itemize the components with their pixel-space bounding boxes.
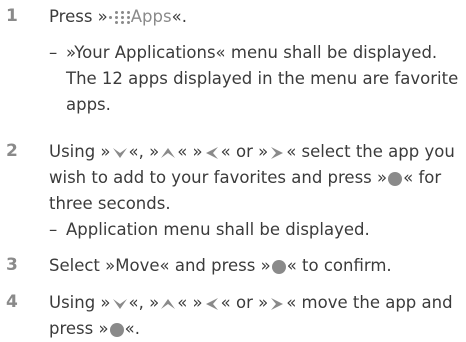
arrow-down-icon [112, 298, 127, 309]
text-segment: «. [124, 319, 140, 338]
arrow-right-icon [271, 146, 284, 159]
arrow-up-icon [161, 298, 176, 309]
step-note: – »Your Applications« menu shall be disp… [49, 40, 460, 118]
note-dash: – [49, 43, 58, 62]
text-segment: «, » [128, 293, 160, 312]
apps-label: Apps [130, 7, 172, 26]
text-segment: Using » [49, 142, 111, 161]
text-segment: « or » [220, 142, 269, 161]
text-segment: Press » [49, 7, 108, 26]
text-segment: Select »Move« and press » [49, 256, 271, 275]
text-segment: Using » [49, 293, 111, 312]
step-text: Using » «, » « » « or » « select the app you… [49, 139, 460, 217]
note-text: Application menu shall be displayed. [66, 220, 370, 239]
note-dash: – [49, 220, 58, 239]
step-number: 1 [6, 6, 18, 26]
text-segment: « or » [220, 293, 269, 312]
arrow-left-icon [205, 297, 218, 310]
step-text: Press » Apps«. [49, 4, 460, 30]
arrow-right-icon [271, 297, 284, 310]
ok-button-icon [109, 322, 124, 337]
instruction-document: 1 Press » Apps«. – »Your Applications« me… [0, 0, 466, 342]
text-segment: « » [177, 142, 203, 161]
ok-button-icon [271, 259, 286, 274]
step-text: Select »Move« and press » « to confirm. [49, 253, 460, 279]
note-text: »Your Applications« menu shall be displa… [66, 43, 459, 114]
step-number: 2 [6, 141, 18, 161]
step-note: – Application menu shall be displayed. [49, 217, 460, 243]
arrow-left-icon [205, 146, 218, 159]
text-segment: « to confirm. [286, 256, 392, 275]
step-number: 3 [6, 255, 18, 275]
arrow-down-icon [112, 147, 127, 158]
arrow-up-icon [161, 147, 176, 158]
step-text: Using » «, » « » « or » « move the app and p… [49, 290, 460, 342]
text-segment: « » [177, 293, 203, 312]
step-number: 4 [6, 292, 18, 312]
grid-dots-icon [108, 10, 131, 26]
text-segment: «, » [128, 142, 160, 161]
ok-button-icon [388, 171, 403, 186]
text-segment: «. [171, 7, 187, 26]
